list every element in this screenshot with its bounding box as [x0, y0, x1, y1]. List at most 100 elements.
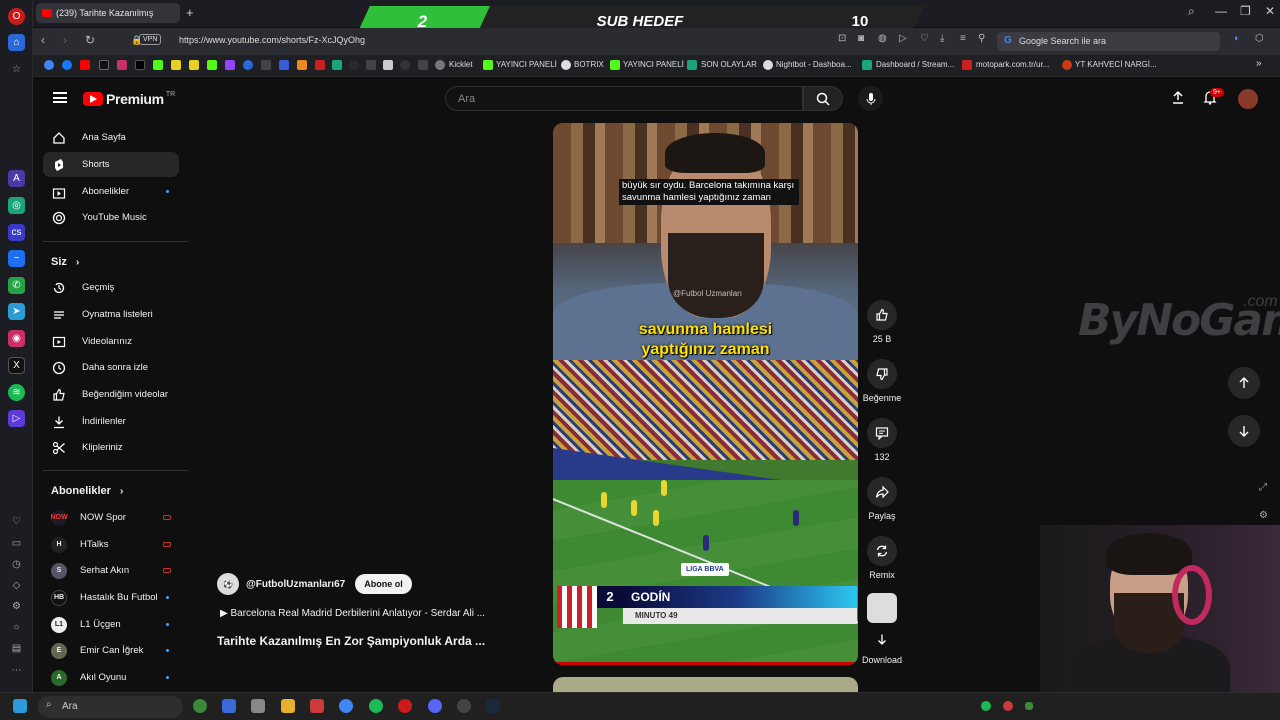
next-short-button[interactable]	[1228, 415, 1260, 447]
sidebar-item-history[interactable]: Geçmiş	[43, 275, 179, 300]
bookmark-motopark[interactable]: motopark.com.tr/ur...	[976, 60, 1049, 69]
subscription-now-spor[interactable]: NOW NOW Spor	[43, 505, 179, 530]
progress-bar[interactable]	[553, 662, 858, 665]
bookmark-son-olaylar[interactable]: SON OLAYLAR	[701, 60, 757, 69]
bookmark-kicklet[interactable]: Kicklet	[449, 60, 473, 69]
player-icon[interactable]: ▷	[8, 410, 25, 427]
like-button[interactable]: 25 B	[855, 300, 909, 344]
calculator-icon[interactable]	[251, 699, 265, 713]
voice-search-button[interactable]	[858, 86, 883, 111]
bookmark-icon[interactable]	[315, 60, 325, 70]
hamburger-menu-icon[interactable]	[53, 92, 67, 103]
clock-icon[interactable]: ◷	[8, 556, 25, 573]
subscription-akil-oyunu[interactable]: A Akıl Oyunu	[43, 665, 179, 690]
store-icon[interactable]	[222, 699, 236, 713]
next-short-preview[interactable]	[553, 677, 858, 692]
windows-start-icon[interactable]	[13, 699, 27, 713]
extension-icon[interactable]: ▤	[8, 640, 25, 657]
maximize-button[interactable]: ❐	[1240, 4, 1251, 18]
steam-icon[interactable]	[486, 699, 500, 713]
xbox-icon[interactable]	[193, 699, 207, 713]
previous-short-button[interactable]	[1228, 367, 1260, 399]
comments-button[interactable]: 132	[855, 418, 909, 462]
bookmark-icon[interactable]	[279, 60, 289, 70]
bookmark-icon[interactable]	[400, 60, 410, 70]
playlist-link[interactable]: ▶ Barcelona Real Madrid Derbilerini Anla…	[220, 608, 485, 619]
upload-button[interactable]	[1171, 90, 1185, 109]
sidebar-item-shorts[interactable]: Shorts	[43, 152, 179, 177]
share-button[interactable]: Paylaş	[855, 477, 909, 521]
close-window-button[interactable]: ✕	[1265, 4, 1275, 18]
home-icon[interactable]: ⌂	[8, 34, 25, 51]
twitch-bookmark-icon[interactable]	[225, 60, 235, 70]
sidebar-item-liked-videos[interactable]: Beğendiğim videolar	[43, 382, 179, 407]
tray-icon[interactable]	[1003, 701, 1013, 711]
play-icon[interactable]: ▷	[899, 33, 907, 44]
back-button[interactable]: ‹	[41, 33, 45, 47]
more-bookmarks-icon[interactable]: »	[1256, 58, 1262, 69]
spotify-tray-icon[interactable]	[981, 701, 991, 711]
cs-icon[interactable]: cs	[8, 224, 25, 241]
messenger-icon[interactable]: ~	[8, 250, 25, 267]
menu-icon[interactable]: ≡	[960, 33, 966, 44]
x-bookmark-icon[interactable]	[99, 60, 109, 70]
sidebar-item-clips[interactable]: Klipleriniz	[43, 435, 179, 460]
youtube-premium-logo[interactable]: Premium TR	[83, 91, 175, 107]
sidebar-item-watch-later[interactable]: Daha sonra izle	[43, 355, 179, 380]
more-icon[interactable]: ⋯	[8, 662, 25, 679]
heart-icon[interactable]: ♡	[920, 33, 929, 44]
screenshot-icon[interactable]: ⊡	[838, 33, 846, 44]
chrome-icon[interactable]	[339, 699, 353, 713]
heart-icon[interactable]: ♡	[8, 513, 25, 530]
bookmark-icon[interactable]	[349, 60, 359, 70]
reload-button[interactable]: ↻	[85, 33, 95, 47]
cube-icon[interactable]: ◇	[8, 577, 25, 594]
telegram-icon[interactable]: ➤	[8, 303, 25, 320]
url-field[interactable]: https://www.youtube.com/shorts/Fz-XcJQyO…	[179, 35, 365, 45]
sound-avatar-button[interactable]	[855, 593, 909, 627]
tiktok-bookmark-icon[interactable]	[135, 60, 145, 70]
bookmark-icon[interactable]	[297, 60, 307, 70]
bulb-icon[interactable]: ○	[8, 619, 25, 636]
youtube-bookmark-icon[interactable]	[80, 60, 90, 70]
aria-icon[interactable]: A	[8, 170, 25, 187]
sidebar-item-playlists[interactable]: Oynatma listeleri	[43, 302, 179, 327]
facebook-bookmark-icon[interactable]	[62, 60, 72, 70]
subscribe-button[interactable]: Abone ol	[355, 574, 412, 594]
bookmark-icon[interactable]	[189, 60, 199, 70]
opera-logo-icon[interactable]: O	[8, 8, 25, 25]
gear-icon[interactable]: ⚙	[8, 598, 25, 615]
new-tab-button[interactable]: +	[186, 5, 194, 20]
bookmark-dashboard-stream[interactable]: Dashboard / Stream...	[876, 60, 954, 69]
short-video-player[interactable]: büyük sır oydu. Barcelona takımına karşı…	[553, 123, 858, 665]
sidebar-item-youtube-music[interactable]: YouTube Music	[43, 205, 179, 230]
subscriptions-section-heading[interactable]: Abonelikler ›	[51, 485, 123, 497]
chat-icon[interactable]: ▭	[8, 535, 25, 552]
obs-icon[interactable]	[457, 699, 471, 713]
sidebar-item-home[interactable]: Ana Sayfa	[43, 125, 179, 150]
extensions-icon[interactable]: ⬡	[1255, 33, 1264, 44]
video-title[interactable]: Tarihte Kazanılmış En Zor Şampiyonluk Ar…	[217, 634, 485, 648]
spotify-icon[interactable]	[369, 699, 383, 713]
bookmark-yt-kahveci[interactable]: YT KAHVECİ NARGİ...	[1075, 60, 1157, 69]
bookmark-yayinci-paneli-2[interactable]: YAYINCI PANELİ	[623, 60, 684, 69]
google-bookmark-icon[interactable]	[44, 60, 54, 70]
download-button[interactable]: Download	[855, 629, 909, 665]
channel-avatar[interactable]: ⚽	[217, 573, 239, 595]
instagram-icon[interactable]: ◉	[8, 330, 25, 347]
subscription-serhat-akin[interactable]: S Serhat Akın	[43, 558, 179, 583]
bookmark-icon[interactable]	[332, 60, 342, 70]
bookmark-nightbot[interactable]: Nightbot - Dashboa...	[776, 60, 852, 69]
bookmark-yayinci-paneli-1[interactable]: YAYINCI PANELİ	[496, 60, 557, 69]
subscription-htalks[interactable]: H HTalks	[43, 532, 179, 557]
tab-youtube[interactable]: (239) Tarihte Kazanılmış	[36, 3, 180, 23]
remix-button[interactable]: Remix	[855, 536, 909, 580]
page-bookmark-icon[interactable]	[383, 60, 393, 70]
settings-icon[interactable]: ⚙	[1259, 510, 1268, 521]
search-tabs-icon[interactable]: ⌕	[1188, 4, 1195, 19]
bookmark-icon[interactable]	[171, 60, 181, 70]
camera-icon[interactable]: ◙	[858, 33, 864, 44]
bookmark-icon[interactable]	[243, 60, 253, 70]
x-icon[interactable]: X	[8, 357, 25, 374]
bookmark-botrix[interactable]: BOTRIX	[574, 60, 604, 69]
